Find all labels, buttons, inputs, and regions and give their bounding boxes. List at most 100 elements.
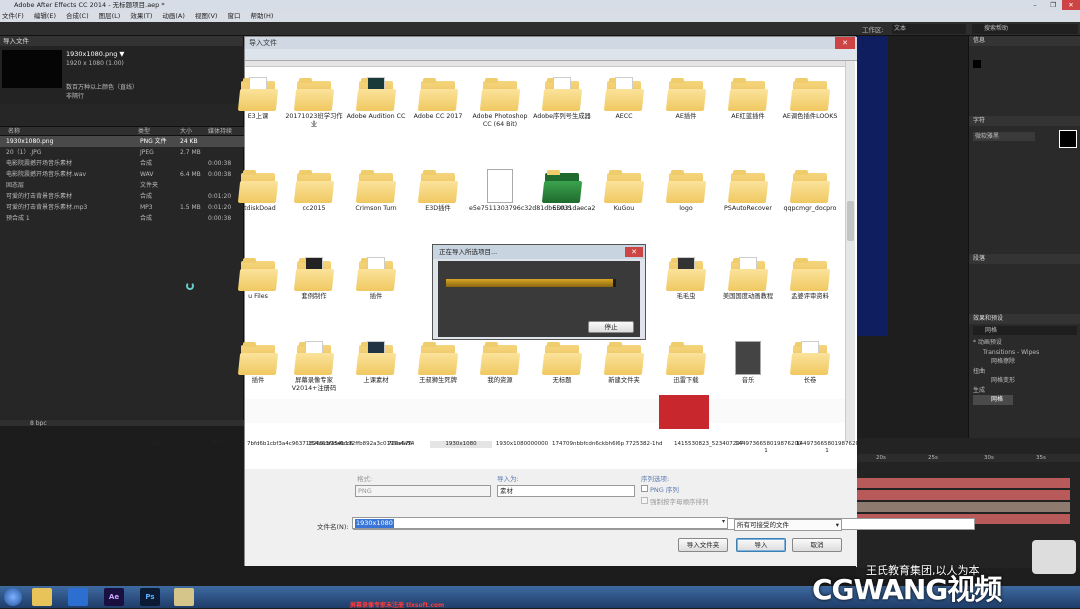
tree-distort[interactable]: 扭曲: [973, 367, 1039, 377]
filename-field[interactable]: 1930x1080 ▾: [352, 517, 728, 529]
file-item[interactable]: Adobe序列号生成器: [531, 77, 593, 121]
file-item[interactable]: 7bfd6b1cbf3a4c963718265cb9da6cc6: [247, 441, 353, 448]
file-item[interactable]: etdiskDoad: [227, 169, 289, 213]
search-help-input[interactable]: 搜索帮助: [972, 24, 1078, 34]
list-item[interactable]: 1930x1080.png PNG 文件 24 KB: [0, 136, 244, 147]
menu-composition[interactable]: 合成(C): [66, 10, 89, 22]
file-item[interactable]: 154a63f354b192ffb892a3c0199e4a54: [308, 441, 414, 448]
file-item[interactable]: E3D插件: [407, 169, 469, 213]
list-item[interactable]: 20（1）.JPG JPEG 2.7 MB: [0, 147, 244, 158]
file-item[interactable]: AE调色插件LOOKS: [779, 77, 841, 121]
file-item[interactable]: 新建文件夹: [593, 341, 655, 385]
file-item[interactable]: PSAutoRecover: [717, 169, 779, 213]
scrollbar[interactable]: [845, 61, 855, 441]
layer-bar[interactable]: [856, 502, 1070, 512]
menu-layer[interactable]: 图层(L): [99, 10, 121, 22]
address-bar[interactable]: [245, 49, 857, 61]
paragraph-panel-header[interactable]: 段落: [969, 254, 1080, 264]
file-item[interactable]: 7725382-1hd: [613, 441, 675, 448]
file-item[interactable]: 美国国度动画教程: [717, 257, 779, 301]
effects-search-input[interactable]: 网格: [973, 326, 1077, 335]
tree-grid-warp[interactable]: 网格变形: [973, 376, 1039, 386]
file-item[interactable]: E3上课: [227, 77, 289, 121]
start-button[interactable]: [4, 588, 22, 606]
file-item[interactable]: Adobe CC 2017: [407, 77, 469, 121]
scroll-thumb[interactable]: [847, 201, 854, 241]
file-item[interactable]: 上课素材: [345, 341, 407, 385]
file-item[interactable]: Crimson Turn: [345, 169, 407, 213]
import-button[interactable]: 导入: [736, 538, 786, 552]
format-select[interactable]: PNG: [355, 485, 491, 497]
effects-panel-header[interactable]: 效果和预设: [969, 314, 1080, 324]
dialog-close-button[interactable]: ✕: [835, 37, 855, 49]
menu-effect[interactable]: 效果(T): [130, 10, 152, 22]
info-panel-header[interactable]: 信息: [969, 36, 1080, 46]
file-item[interactable]: 我的资源: [469, 341, 531, 385]
force-alpha-checkbox[interactable]: [641, 497, 648, 504]
stop-button[interactable]: 停止: [588, 321, 634, 333]
file-item[interactable]: KuGou: [593, 169, 655, 213]
explorer-icon[interactable]: [32, 588, 52, 606]
filetype-select[interactable]: 所有可接受的文件 ▾: [734, 519, 842, 531]
menu-animation[interactable]: 动画(A): [162, 10, 185, 22]
menu-help[interactable]: 帮助(H): [250, 10, 273, 22]
file-item[interactable]: 无标题: [531, 341, 593, 385]
file-item[interactable]: EDIUS: [531, 169, 593, 213]
font-select[interactable]: 微软雅黑: [973, 132, 1035, 141]
ae-taskbar-icon[interactable]: Ae: [104, 588, 124, 606]
tree-generate[interactable]: 生成: [973, 386, 1039, 396]
file-item[interactable]: AE红蓝插件: [717, 77, 779, 121]
file-item[interactable]: logo: [655, 169, 717, 213]
file-item[interactable]: cc2015: [283, 169, 345, 213]
list-item[interactable]: 可爱的打击背景音乐素材.mp3 MP3 1.5 MB 0:01:20: [0, 202, 244, 213]
list-item[interactable]: 电影院震撼开场音乐素材 合成 0:00:38: [0, 158, 244, 169]
chevron-down-icon[interactable]: ▾: [722, 518, 725, 525]
close-button[interactable]: ✕: [1062, 0, 1080, 10]
png-sequence-checkbox[interactable]: [641, 485, 648, 492]
cancel-button[interactable]: 取消: [792, 538, 842, 552]
file-item[interactable]: 孟婆评审资料: [779, 257, 841, 301]
layer-bar[interactable]: [856, 478, 1070, 488]
file-item[interactable]: 1415530823_523407297: [674, 441, 743, 448]
menu-view[interactable]: 视图(V): [195, 10, 218, 22]
list-item[interactable]: 电影院震撼开场音乐素材.wav WAV 6.4 MB 0:00:38: [0, 169, 244, 180]
list-item[interactable]: 预合成 1 合成 0:00:38: [0, 213, 244, 224]
menu-window[interactable]: 窗口: [227, 10, 240, 22]
import-folder-button[interactable]: 导入文件夹: [678, 538, 728, 552]
file-item[interactable]: AE插件: [655, 77, 717, 121]
file-item[interactable]: 毛毛虫: [655, 257, 717, 301]
file-item[interactable]: 资料: [186, 441, 248, 448]
file-item[interactable]: 174709nbbfcdn6ckbh6l6p: [552, 441, 624, 448]
list-item[interactable]: 固态层 文件夹: [0, 180, 244, 191]
file-item[interactable]: 套例制作: [283, 257, 345, 301]
file-item[interactable]: 1930x1080: [430, 441, 492, 448]
folder-taskbar-icon[interactable]: [174, 588, 194, 606]
file-item[interactable]: 桌面: [125, 441, 187, 448]
file-item[interactable]: e5e7511303796c32d81db65031daeca2: [469, 169, 595, 213]
tree-grid-wipe[interactable]: 网格擦除: [973, 357, 1039, 367]
menu-edit[interactable]: 编辑(E): [34, 10, 56, 22]
layer-bar[interactable]: [856, 490, 1070, 500]
character-panel-header[interactable]: 字符: [969, 116, 1080, 126]
file-item[interactable]: 迅雷下载: [655, 341, 717, 385]
file-item[interactable]: Adobe Audition CC: [345, 77, 407, 121]
file-item[interactable]: 720x576: [369, 441, 431, 448]
menu-file[interactable]: 文件(F): [2, 10, 24, 22]
tree-animation-presets[interactable]: * 动画预设: [973, 338, 1039, 348]
file-item[interactable]: qqpcmgr_docpro: [779, 169, 841, 213]
fill-color-swatch[interactable]: [1059, 130, 1077, 148]
file-item[interactable]: 1449736658019876200-1: [796, 441, 864, 455]
cloud-icon[interactable]: [68, 588, 88, 606]
file-item[interactable]: 长卷: [779, 341, 841, 385]
file-item[interactable]: 插件: [345, 257, 407, 301]
file-item[interactable]: u Files: [227, 257, 289, 301]
file-item[interactable]: 王叔狮生死牌: [407, 341, 469, 385]
file-item[interactable]: 1930x1080000000: [491, 441, 553, 448]
tree-transitions[interactable]: Transitions - Wipes: [973, 348, 1039, 358]
list-item[interactable]: 可爱的打击背景音乐素材 合成 0:01:20: [0, 191, 244, 202]
file-item[interactable]: AECC: [593, 77, 655, 121]
progress-close-button[interactable]: ✕: [625, 247, 643, 257]
file-item[interactable]: 屏幕录像专家V2014+注册码: [283, 341, 345, 393]
tree-grid[interactable]: 网格: [973, 395, 1013, 405]
workspace-select[interactable]: 文本: [892, 24, 966, 34]
